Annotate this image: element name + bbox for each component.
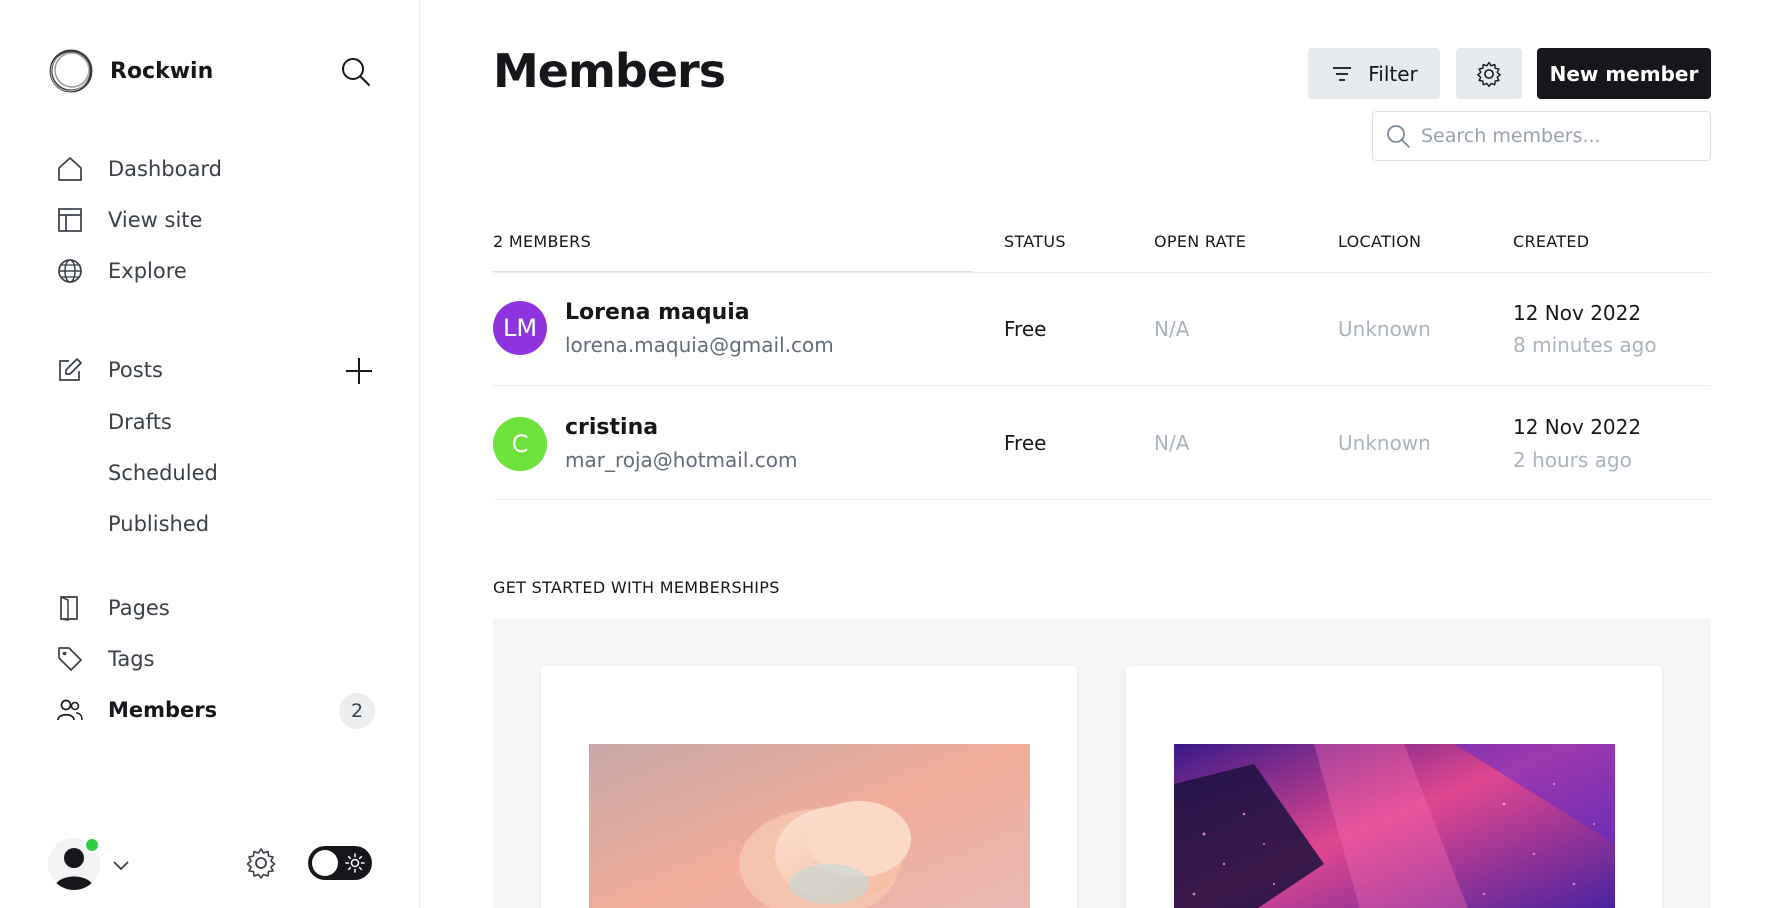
member-avatar: C [493,417,547,471]
sidebar-item-pages[interactable]: Pages [56,594,170,622]
member-created-ago: 2 hours ago [1513,448,1632,472]
sidebar-item-view-site[interactable]: View site [56,206,202,234]
online-status-dot [84,837,100,853]
members-count-badge: 2 [339,693,375,729]
sidebar-item-tags[interactable]: Tags [56,645,155,673]
member-email: lorena.maquia@gmail.com [565,333,834,357]
chevron-down-icon[interactable] [110,854,132,876]
row-divider [493,499,1711,500]
members-settings-button[interactable] [1456,48,1522,99]
member-open-rate: N/A [1154,431,1190,455]
sidebar-item-explore[interactable]: Explore [56,257,187,285]
get-started-heading: GET STARTED WITH MEMBERSHIPS [493,578,780,597]
new-member-button[interactable]: New member [1537,48,1711,99]
sidebar-item-label: Explore [108,259,187,283]
member-created-date: 12 Nov 2022 [1513,415,1642,439]
member-created-ago: 8 minutes ago [1513,333,1657,357]
member-open-rate: N/A [1154,317,1190,341]
sidebar-item-members[interactable]: Members [56,696,217,724]
filter-button-label: Filter [1368,61,1418,86]
brand-name: Rockwin [110,58,214,84]
sidebar-item-dashboard[interactable]: Dashboard [56,155,222,183]
sidebar-item-posts[interactable]: Posts [56,356,163,384]
toggle-knob [312,850,338,876]
sidebar: Rockwin Dashboard View site Explore Post… [0,0,420,908]
sidebar-item-label: View site [108,208,203,232]
sidebar-item-label: Dashboard [108,157,222,181]
gear-icon [1477,61,1501,87]
member-email: mar_roja@hotmail.com [565,448,798,472]
brand-logo-icon [49,49,93,93]
settings-gear-icon[interactable] [244,846,278,880]
edit-icon [59,358,82,381]
search-icon [1387,125,1410,148]
add-post-icon[interactable] [344,356,374,386]
filter-icon [1333,66,1352,81]
sidebar-item-published[interactable]: Published [108,512,209,536]
member-name[interactable]: Lorena maquia [565,300,750,325]
sidebar-item-label: Posts [108,358,163,382]
peach-3d-shapes-image [589,744,1030,908]
sidebar-item-label: Members [108,698,218,722]
search-members[interactable] [1372,111,1711,161]
sidebar-item-label: Tags [108,647,155,671]
search-icon[interactable] [340,56,372,88]
open-rate-column-header[interactable]: OPEN RATE [1154,232,1246,251]
layout-icon [58,208,82,232]
filter-button[interactable]: Filter [1308,48,1440,99]
theme-toggle[interactable] [308,846,372,880]
sidebar-item-scheduled[interactable]: Scheduled [108,461,218,485]
row-divider [493,385,1711,386]
page-icon [60,596,78,621]
member-location: Unknown [1338,317,1431,341]
sidebar-item-label: Pages [108,596,170,620]
members-count-header: 2 MEMBERS [493,232,592,251]
sidebar-item-drafts[interactable]: Drafts [108,410,172,434]
member-created-date: 12 Nov 2022 [1513,301,1642,325]
home-icon [58,157,82,181]
row-divider [493,272,1711,273]
member-location: Unknown [1338,431,1431,455]
member-name[interactable]: cristina [565,415,658,440]
search-input[interactable] [1421,125,1691,147]
page-title: Members [493,44,726,98]
location-column-header[interactable]: LOCATION [1338,232,1421,251]
member-status: Free [1004,431,1047,455]
created-column-header[interactable]: CREATED [1513,232,1589,251]
brand[interactable]: Rockwin [48,48,213,94]
purple-cosmic-image [1174,744,1615,908]
sun-icon [345,853,365,873]
member-status: Free [1004,317,1047,341]
member-avatar: LM [493,301,547,355]
tag-icon [58,647,82,671]
globe-icon [58,259,82,283]
members-icon [57,699,83,721]
status-column-header[interactable]: STATUS [1004,232,1066,251]
